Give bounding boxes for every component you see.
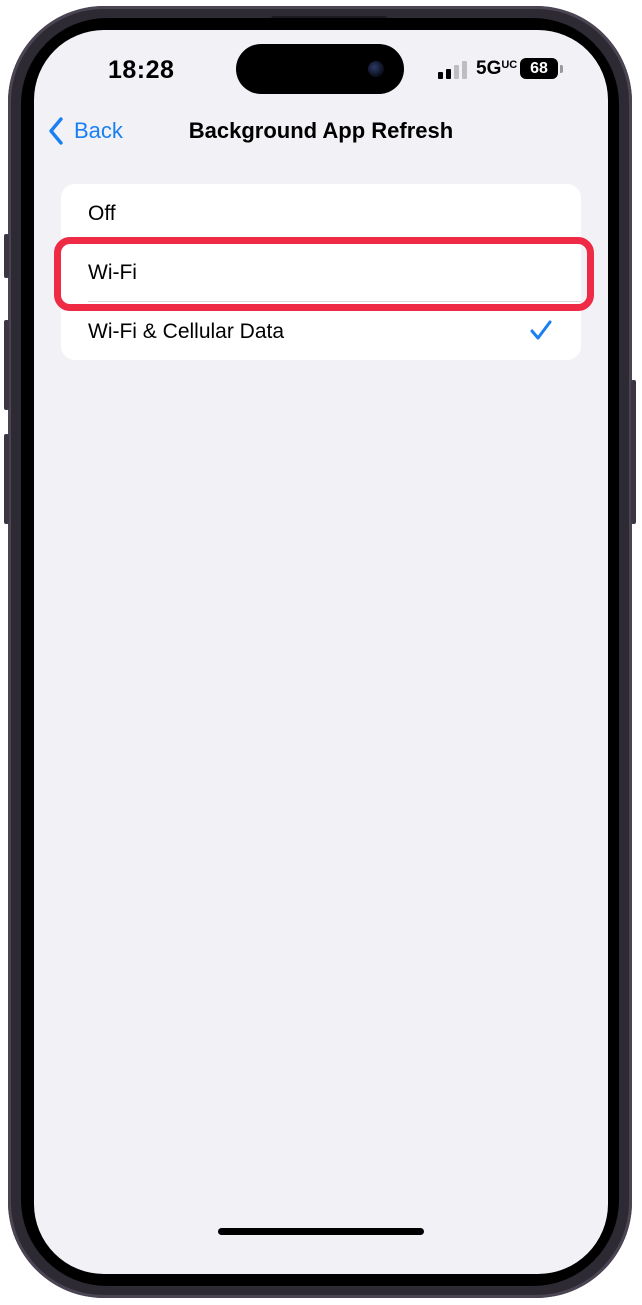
- option-off[interactable]: Off: [61, 184, 581, 242]
- signal-bar: [438, 72, 443, 79]
- action-button: [4, 234, 9, 278]
- signal-bar: [454, 65, 459, 79]
- status-time: 18:28: [108, 56, 175, 84]
- option-label: Off: [88, 202, 116, 225]
- option-label: Wi-Fi: [88, 261, 137, 284]
- home-indicator[interactable]: [218, 1228, 424, 1235]
- signal-bar: [446, 69, 451, 79]
- network-suffix: UC: [501, 59, 518, 71]
- network-label: 5G: [476, 58, 502, 79]
- refresh-options-list: Off Wi-Fi Wi-Fi & Cellular Data: [61, 184, 581, 360]
- option-wifi[interactable]: Wi-Fi: [61, 243, 581, 301]
- battery-tip: [560, 65, 563, 73]
- power-button: [631, 380, 636, 524]
- dynamic-island: [236, 44, 404, 94]
- volume-down-button: [4, 434, 9, 524]
- option-wifi-cellular[interactable]: Wi-Fi & Cellular Data: [61, 302, 581, 360]
- screen: 18:28 5GUC 68 Back Background App Refres…: [34, 30, 608, 1274]
- option-label: Wi-Fi & Cellular Data: [88, 320, 285, 343]
- cellular-signal-icon: [438, 61, 468, 79]
- front-camera-icon: [368, 61, 384, 77]
- page-title: Background App Refresh: [188, 118, 454, 143]
- battery-icon: 68: [520, 58, 558, 79]
- signal-bar: [462, 61, 467, 79]
- network-type: 5GUC: [476, 58, 517, 80]
- battery-level: 68: [530, 60, 548, 77]
- checkmark-icon: [530, 320, 552, 340]
- volume-up-button: [4, 320, 9, 410]
